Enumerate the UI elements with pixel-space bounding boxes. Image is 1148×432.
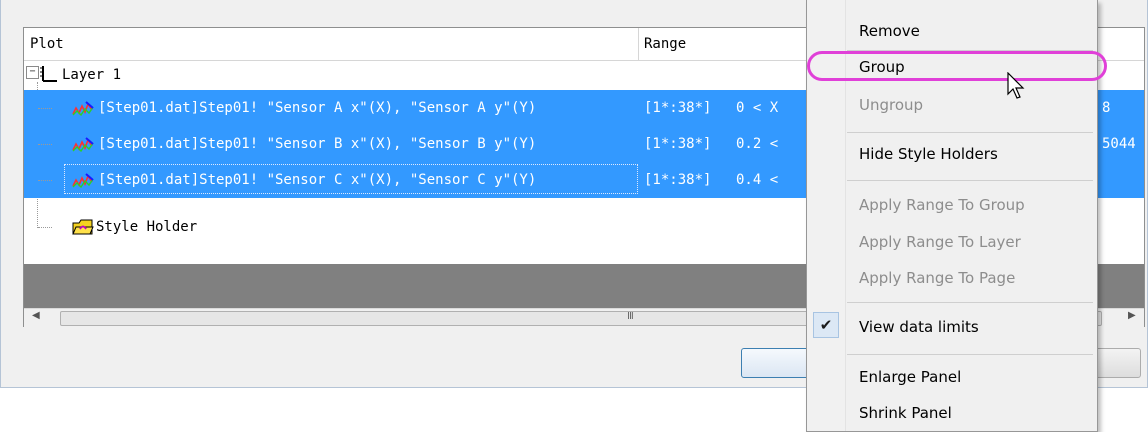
style-holder-label: Style Holder bbox=[96, 219, 198, 235]
plot-line-icon bbox=[72, 173, 94, 188]
plot-line-icon bbox=[72, 137, 94, 152]
menu-item-view-data-limits[interactable]: View data limits bbox=[859, 318, 979, 336]
layer-label: Layer 1 bbox=[62, 67, 122, 83]
plot-range: [1*:38*] bbox=[644, 136, 712, 152]
plot-range: [1*:38*] bbox=[644, 100, 712, 116]
scroll-grip-icon: III bbox=[627, 311, 634, 322]
tree-collapse-icon[interactable]: − bbox=[26, 66, 39, 79]
plot-limit: 0.2 < bbox=[736, 136, 779, 152]
plot-limit-extra: 8 bbox=[1102, 100, 1111, 116]
scroll-left-icon[interactable]: ◀ bbox=[32, 310, 40, 321]
plot-limit: 0 < X bbox=[736, 100, 779, 116]
mouse-cursor-icon bbox=[1007, 72, 1025, 99]
plot-name: [Step01.dat]Step01! "Sensor A x"(X), "Se… bbox=[98, 100, 537, 116]
menu-separator bbox=[847, 354, 1093, 355]
plot-limit-extra: 5044 bbox=[1102, 136, 1136, 152]
plot-name: [Step01.dat]Step01! "Sensor B x"(X), "Se… bbox=[98, 136, 537, 152]
menu-item-apply-range-layer: Apply Range To Layer bbox=[859, 233, 1021, 251]
menu-item-enlarge-panel[interactable]: Enlarge Panel bbox=[859, 368, 961, 386]
checkmark-icon: ✔ bbox=[813, 312, 839, 338]
menu-separator bbox=[847, 180, 1093, 181]
menu-separator bbox=[847, 132, 1093, 133]
range-column-header[interactable]: Range bbox=[644, 36, 686, 52]
scroll-right-icon[interactable]: ▶ bbox=[1128, 310, 1136, 321]
context-menu: Remove Group Ungroup Hide Style Holders … bbox=[806, 0, 1107, 432]
menu-item-shrink-panel[interactable]: Shrink Panel bbox=[859, 404, 952, 422]
plot-line-icon bbox=[72, 101, 94, 116]
menu-item-hide-style-holders[interactable]: Hide Style Holders bbox=[859, 145, 998, 163]
tree-branch bbox=[38, 108, 52, 109]
layer-icon bbox=[40, 66, 57, 82]
tree-branch bbox=[38, 227, 52, 228]
plot-column-header[interactable]: Plot bbox=[30, 36, 64, 52]
style-holder-icon bbox=[72, 219, 94, 235]
plot-range: [1*:38*] bbox=[644, 172, 712, 188]
plot-name: [Step01.dat]Step01! "Sensor C x"(X), "Se… bbox=[98, 172, 537, 188]
group-highlight-ring bbox=[807, 51, 1107, 81]
menu-item-apply-range-group: Apply Range To Group bbox=[859, 196, 1025, 214]
column-divider[interactable] bbox=[638, 28, 639, 60]
menu-separator bbox=[847, 302, 1093, 303]
menu-item-ungroup: Ungroup bbox=[859, 96, 924, 114]
tree-branch bbox=[38, 144, 52, 145]
menu-item-remove[interactable]: Remove bbox=[859, 22, 920, 40]
menu-item-apply-range-page: Apply Range To Page bbox=[859, 269, 1016, 287]
tree-branch bbox=[38, 180, 52, 181]
plot-limit: 0.4 < bbox=[736, 172, 779, 188]
